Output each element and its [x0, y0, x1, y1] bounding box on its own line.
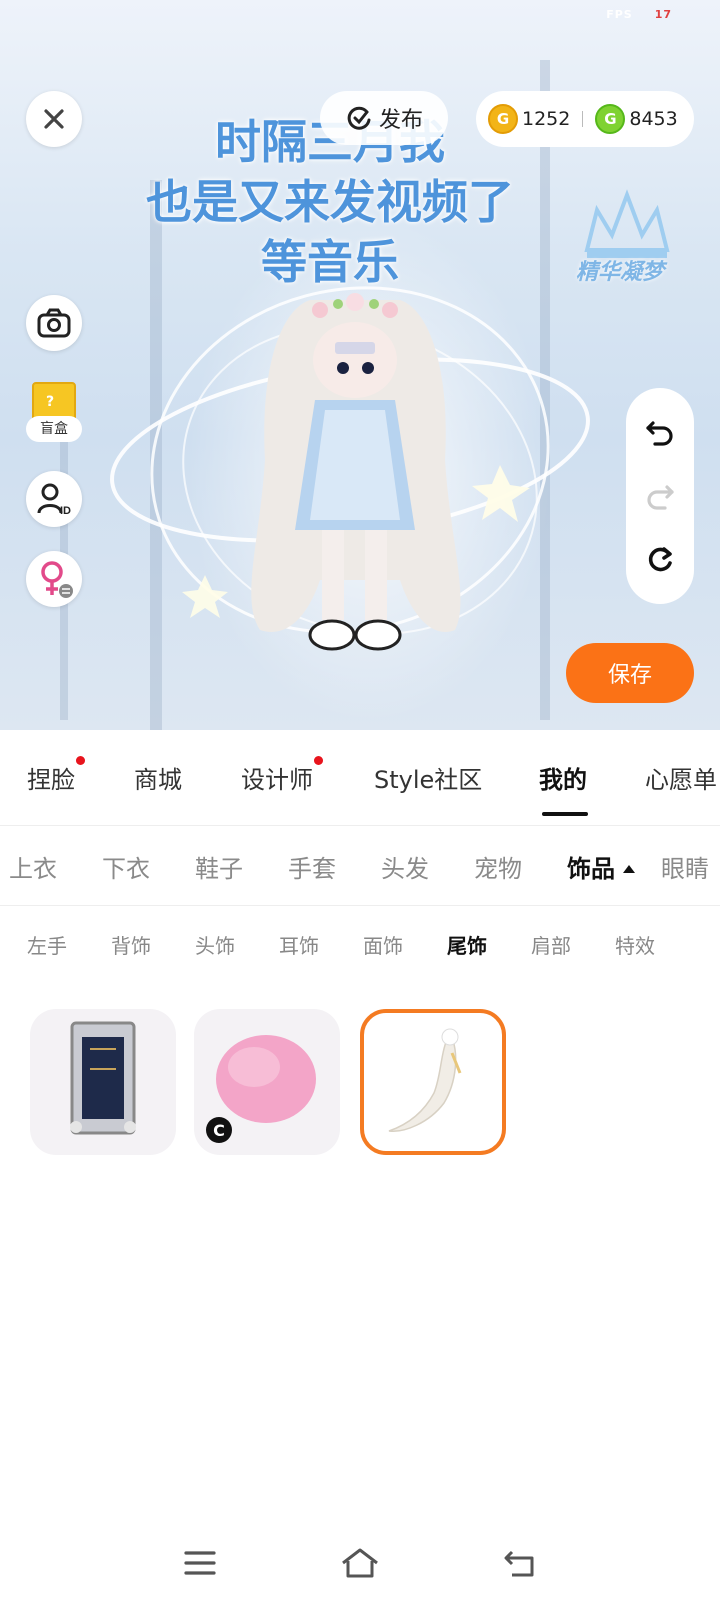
home-button[interactable]	[335, 1538, 385, 1588]
item-card[interactable]	[30, 1009, 176, 1155]
svg-text:ID: ID	[60, 505, 71, 517]
tab-mine[interactable]: 我的	[539, 760, 587, 795]
fps-counter: FPS 17	[606, 8, 672, 21]
currency-balance[interactable]: G 1252 G 8453	[476, 91, 694, 147]
tab-style-community[interactable]: Style社区	[374, 760, 482, 795]
main-category-tabs: 捏脸 商城 设计师 Style社区 我的 心愿单	[0, 730, 720, 826]
reset-icon[interactable]	[645, 545, 675, 575]
gold-coin-icon: G	[488, 104, 518, 134]
item-card-selected[interactable]	[360, 1009, 506, 1155]
home-icon	[342, 1548, 378, 1578]
subtab-effects[interactable]: 特效	[615, 930, 655, 959]
tab-designer[interactable]: 设计师	[241, 756, 323, 795]
subtab-face[interactable]: 面饰	[363, 930, 403, 959]
divider	[582, 111, 584, 127]
subtab-back[interactable]: 背饰	[111, 930, 151, 959]
camera-icon	[37, 308, 71, 338]
female-gender-icon	[41, 561, 73, 598]
green-coin-icon: G	[595, 104, 626, 134]
redo-icon[interactable]	[645, 481, 675, 511]
save-button[interactable]: 保存	[566, 643, 694, 703]
edit-history-panel	[626, 388, 694, 604]
white-tail-icon	[388, 1028, 462, 1132]
gold-coin-count: 1252	[522, 108, 571, 130]
publish-button[interactable]: 发布	[320, 91, 448, 145]
brand-logo-text: 精华凝梦	[576, 260, 665, 285]
undo-icon[interactable]	[645, 417, 675, 447]
caption-line: 也是又来发视频了	[146, 175, 514, 229]
publish-icon	[347, 106, 371, 130]
subtab-shoes[interactable]: 鞋子	[195, 849, 243, 884]
tab-face-edit[interactable]: 捏脸	[27, 756, 85, 795]
subtab-pet[interactable]: 宠物	[474, 849, 522, 884]
subtab-gloves[interactable]: 手套	[288, 849, 336, 884]
menu-button[interactable]	[175, 1538, 225, 1588]
gender-switch-button[interactable]	[26, 551, 82, 607]
caret-up-icon	[623, 865, 635, 873]
clothing-category-tabs: 上衣 下衣 鞋子 手套 头发 宠物 饰品 眼睛	[0, 826, 720, 906]
tab-shop[interactable]: 商城	[134, 760, 182, 795]
mirror-frame-icon	[70, 1021, 136, 1135]
subtab-bottom[interactable]: 下衣	[102, 849, 150, 884]
close-icon	[44, 109, 64, 129]
notification-dot	[76, 756, 85, 765]
copyright-badge: C	[206, 1117, 232, 1143]
green-coin-count: 8453	[629, 108, 678, 130]
system-navigation-bar	[0, 1520, 720, 1606]
subtab-eyes[interactable]: 眼睛	[661, 849, 709, 884]
avatar-character[interactable]	[110, 280, 610, 700]
menu-icon	[184, 1551, 216, 1575]
blindbox-label: 盲盒	[26, 416, 82, 442]
item-grid: C	[30, 1009, 690, 1159]
caption-line: 等音乐	[261, 235, 399, 289]
blindbox-button[interactable]: ? 盲盒	[24, 380, 86, 446]
close-button[interactable]	[26, 91, 82, 147]
publish-label: 发布	[378, 108, 423, 133]
subtab-left-hand[interactable]: 左手	[27, 930, 67, 959]
subtab-hair[interactable]: 头发	[381, 849, 429, 884]
avatar-preview-scene: FPS 17 时隔三月我 也是又来发视频了 等音乐 精华凝梦 ? 盲盒 ID 发…	[0, 0, 720, 730]
subtab-shoulder[interactable]: 肩部	[531, 930, 571, 959]
avatar-id-button[interactable]: ID	[26, 471, 82, 527]
item-card[interactable]: C	[194, 1009, 340, 1155]
subtab-headwear[interactable]: 头饰	[195, 930, 235, 959]
subtab-earrings[interactable]: 耳饰	[279, 930, 319, 959]
subtab-accessories[interactable]: 饰品	[567, 849, 635, 884]
camera-button[interactable]	[26, 295, 82, 351]
subtab-tail[interactable]: 尾饰	[447, 930, 487, 959]
tab-wishlist[interactable]: 心愿单	[645, 760, 717, 795]
back-button[interactable]	[495, 1538, 545, 1588]
back-icon	[504, 1550, 534, 1577]
notification-dot	[314, 756, 323, 765]
accessory-subcategory-tabs: 左手 背饰 头饰 耳饰 面饰 尾饰 肩部 特效	[0, 906, 720, 982]
active-tab-indicator	[542, 812, 588, 816]
subtab-top[interactable]: 上衣	[9, 849, 57, 884]
user-id-icon: ID	[37, 483, 71, 517]
